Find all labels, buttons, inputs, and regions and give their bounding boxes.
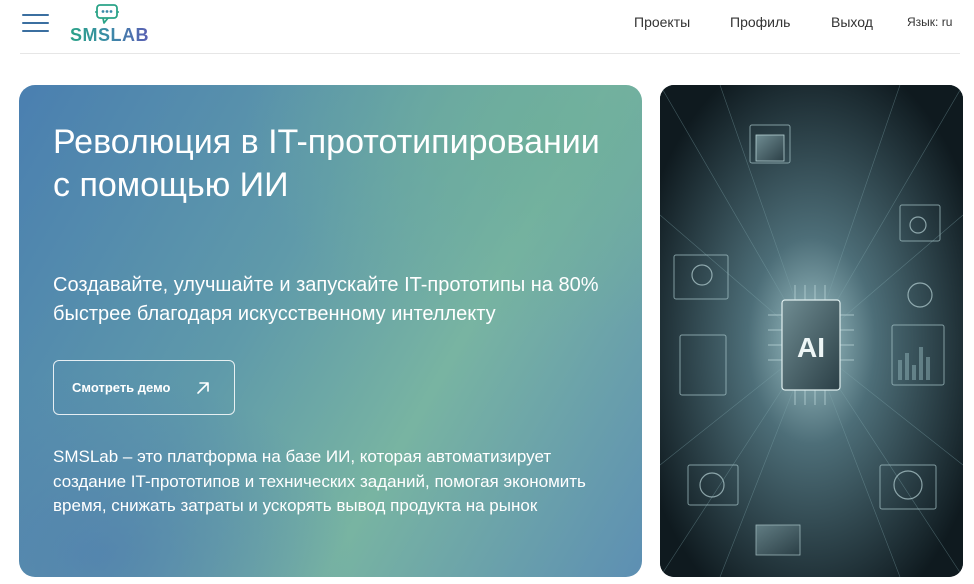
nav-exit[interactable]: Выход xyxy=(831,14,873,30)
language-selector[interactable]: Язык: ru xyxy=(907,15,952,29)
hero-description: SMSLab – это платформа на базе ИИ, котор… xyxy=(53,447,586,515)
nav-projects[interactable]: Проекты xyxy=(634,14,690,30)
nav-profile[interactable]: Профиль xyxy=(730,14,790,30)
ai-illustration: AI xyxy=(660,85,963,577)
hero-subtitle: Создавайте, улучшайте и запускайте IT-пр… xyxy=(53,274,599,325)
watch-demo-button[interactable]: Смотреть демо xyxy=(53,360,235,415)
arrow-up-right-icon xyxy=(197,382,209,394)
hero-card: Революция в IT-прототипировании с помощь… xyxy=(19,85,642,577)
header-divider xyxy=(20,53,960,54)
ai-chip-label: AI xyxy=(797,332,825,363)
header: SMSLAB Проекты Профиль Выход Язык: ru xyxy=(0,0,974,54)
menu-icon-line xyxy=(22,14,49,16)
menu-icon-line xyxy=(22,30,49,32)
watch-demo-label: Смотреть демо xyxy=(72,380,171,395)
ai-circuit-image: AI xyxy=(660,85,963,577)
logo[interactable]: SMSLAB xyxy=(68,3,150,45)
logo-text: SMSLAB xyxy=(70,25,149,45)
menu-icon[interactable] xyxy=(22,12,50,34)
hero-title: Революция в IT-прототипировании с помощь… xyxy=(53,123,600,204)
menu-icon-line xyxy=(22,22,49,24)
chat-bubble-icon xyxy=(95,4,119,24)
